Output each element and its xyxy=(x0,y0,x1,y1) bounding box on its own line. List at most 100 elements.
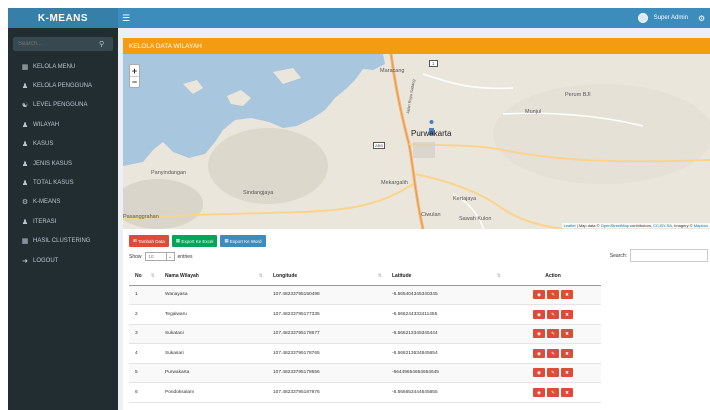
sidebar-item-k-means[interactable]: ⚙ K-MEANS xyxy=(8,193,118,212)
table-row: 4 Sukasari 107.48233795178765 -6.5662136348… xyxy=(129,343,601,364)
sign-out-icon: ➜ xyxy=(22,257,28,265)
search-icon[interactable]: ⚲ xyxy=(99,40,108,49)
license-link[interactable]: CC-BY-SA xyxy=(653,223,672,228)
delete-button[interactable]: ✖ xyxy=(561,309,573,319)
export-word-button[interactable]: ▦ Export Ke Word xyxy=(220,235,266,247)
table-cell: 107.48233795150498 xyxy=(267,285,386,305)
edit-icon: ✎ xyxy=(551,311,555,317)
map-tiles xyxy=(123,54,710,229)
map-view[interactable]: + − Maracang Perum BJI Munjul Purwakarta… xyxy=(123,54,710,229)
view-button[interactable]: ◉ xyxy=(533,348,545,358)
leaflet-link[interactable]: Leaflet xyxy=(564,223,576,228)
map-label: Maracang xyxy=(380,68,405,74)
data-table: No ⇅ Nama Wilayah ⇅ Longitude ⇅ Latitude ⇅ A… xyxy=(129,268,601,403)
user-icon: ♟ xyxy=(21,180,29,188)
table-cell: 107.48233795178656 xyxy=(267,363,386,383)
sidebar-item-kelola-pengguna[interactable]: ♟ KELOLA PENGGUNA xyxy=(8,76,118,95)
add-data-button[interactable]: ⊞ Tambah Data xyxy=(129,235,169,247)
entries-select[interactable]: 10 ⌄ xyxy=(144,252,175,261)
sidebar-item-label: KELOLA PENGGUNA xyxy=(33,83,93,90)
table-row: 1 Wanayasa 107.48233795150498 -6.5654043453… xyxy=(129,285,601,305)
table-cell: -6.565404345340345 xyxy=(386,285,505,305)
sidebar-search: ⚲ xyxy=(13,37,113,51)
action-cell: ◉ ✎ ✖ xyxy=(505,285,601,305)
header-label: Nama Wilayah xyxy=(165,273,199,280)
map-label: Sindangjaya xyxy=(243,190,274,196)
gear-icon[interactable]: ⚙ xyxy=(698,14,706,23)
user-icon: ♟ xyxy=(21,121,29,129)
entries-value: 10 xyxy=(148,254,154,259)
button-label: Export Ke Word xyxy=(229,238,262,244)
sidebar-item-iterasi[interactable]: ♟ ITERASI xyxy=(8,212,118,231)
brand-logo[interactable]: K-MEANS xyxy=(8,8,118,28)
delete-button[interactable]: ✖ xyxy=(561,387,573,397)
delete-button[interactable]: ✖ xyxy=(561,329,573,339)
action-cell: ◉ ✎ ✖ xyxy=(505,363,601,383)
view-button[interactable]: ◉ xyxy=(533,368,545,378)
sidebar-item-level-pengguna[interactable]: ☯ LEVEL PENGGUNA xyxy=(8,96,118,115)
column-header[interactable]: Longitude ⇅ xyxy=(267,268,386,286)
column-header: Action xyxy=(505,268,601,286)
app-root: K-MEANS ⚲ ▦ KELOLA MENU ♟ KELOLA PENGGUNA … xyxy=(0,0,710,410)
edit-button[interactable]: ✎ xyxy=(547,348,559,358)
sidebar-item-wilayah[interactable]: ♟ WILAYAH xyxy=(8,115,118,134)
user-icon: ♟ xyxy=(21,83,29,91)
delete-button[interactable]: ✖ xyxy=(561,290,573,300)
column-header[interactable]: Nama Wilayah ⇅ xyxy=(159,268,267,286)
trash-icon: ✖ xyxy=(565,370,569,376)
edit-button[interactable]: ✎ xyxy=(547,387,559,397)
table-search-input[interactable] xyxy=(630,249,708,262)
sidebar-item-label: ITERASI xyxy=(33,218,57,225)
table-cell: Pondoksalam xyxy=(159,382,267,403)
user-menu[interactable]: Super Admin ⚙ xyxy=(637,13,706,23)
osm-link[interactable]: OpenStreetMap xyxy=(601,223,629,228)
edit-button[interactable]: ✎ xyxy=(547,309,559,319)
eye-icon: ◉ xyxy=(537,389,541,395)
view-button[interactable]: ◉ xyxy=(533,309,545,319)
eye-icon: ◉ xyxy=(537,331,541,337)
sidebar-item-label: LOGOUT xyxy=(33,257,59,264)
sidebar-item-kasus[interactable]: ♟ KASUS xyxy=(8,135,118,154)
table-cell: Tegalwaru xyxy=(159,304,267,325)
sidebar-item-kelola-menu[interactable]: ▦ KELOLA MENU xyxy=(8,57,118,76)
zoom-out-button[interactable]: − xyxy=(130,76,139,87)
button-label: Tambah Data xyxy=(138,238,165,244)
search-label: Search: xyxy=(609,252,627,259)
trash-icon: ✖ xyxy=(565,331,569,337)
table-cell: 2 xyxy=(129,304,159,325)
search-input[interactable] xyxy=(18,41,99,47)
column-header[interactable]: No ⇅ xyxy=(129,268,159,286)
delete-button[interactable]: ✖ xyxy=(561,368,573,378)
view-button[interactable]: ◉ xyxy=(533,329,545,339)
table-cell: 5 xyxy=(129,363,159,383)
table-cell: -6.566213345345444 xyxy=(386,324,505,344)
table-cell: 6 xyxy=(129,382,159,403)
table-row: 5 Purwakarta 107.48233795178656 -6644965465… xyxy=(129,363,601,383)
sidebar: K-MEANS ⚲ ▦ KELOLA MENU ♟ KELOLA PENGGUNA … xyxy=(8,8,118,410)
chevron-down-icon: ⌄ xyxy=(165,253,174,260)
hamburger-icon[interactable]: ☰ xyxy=(122,13,136,24)
edit-button[interactable]: ✎ xyxy=(547,290,559,300)
export-excel-button[interactable]: ▦ Export Ke Excel xyxy=(171,235,218,247)
header-label: Latitude xyxy=(392,273,412,280)
zoom-in-button[interactable]: + xyxy=(130,65,139,76)
table-row: 2 Tegalwaru 107.48233795177335 -6.566244333… xyxy=(129,304,601,325)
edit-button[interactable]: ✎ xyxy=(547,368,559,378)
content-box: + − Maracang Perum BJI Munjul Purwakarta… xyxy=(123,54,710,410)
header-label: Action xyxy=(545,273,561,280)
edit-icon: ✎ xyxy=(551,292,555,298)
sidebar-item-hasil-clustering[interactable]: ▦ HASIL CLUSTERING xyxy=(8,232,118,251)
sidebar-item-jenis-kasus[interactable]: ♟ JENIS KASUS xyxy=(8,154,118,173)
sidebar-item-label: HASIL CLUSTERING xyxy=(33,238,91,245)
action-cell: ◉ ✎ ✖ xyxy=(505,382,601,403)
sidebar-item-logout[interactable]: ➜ LOGOUT xyxy=(8,251,118,270)
edit-button[interactable]: ✎ xyxy=(547,329,559,339)
trash-icon: ✖ xyxy=(565,311,569,317)
view-button[interactable]: ◉ xyxy=(533,387,545,397)
sidebar-item-total-kasus[interactable]: ♟ TOTAL KASUS xyxy=(8,173,118,192)
view-button[interactable]: ◉ xyxy=(533,290,545,300)
delete-button[interactable]: ✖ xyxy=(561,348,573,358)
users-icon: ☯ xyxy=(21,102,29,110)
mapbox-link[interactable]: Mapbox xyxy=(694,223,708,228)
column-header[interactable]: Latitude ⇅ xyxy=(386,268,505,286)
